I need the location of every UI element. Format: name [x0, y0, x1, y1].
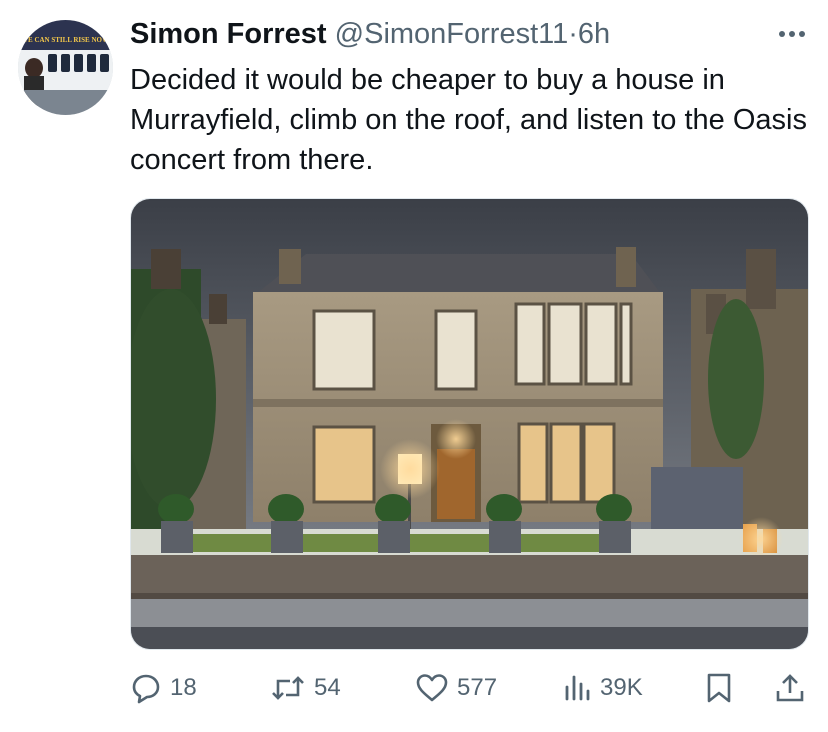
bookmark-button[interactable] [704, 668, 734, 708]
reply-count: 18 [170, 674, 197, 701]
like-count: 577 [457, 674, 498, 701]
avatar[interactable]: WE CAN STILL RISE NOW [18, 20, 113, 115]
tweet-text: Decided it would be cheaper to buy a hou… [130, 64, 807, 176]
separator-dot: · [568, 18, 578, 50]
reply-button[interactable]: 18 [130, 668, 197, 708]
share-icon [774, 672, 806, 704]
action-bar: 18 54 577 39K [130, 668, 810, 708]
repost-icon [270, 672, 306, 704]
author-name[interactable]: Simon Forrest [130, 18, 327, 50]
like-button[interactable]: 577 [415, 668, 497, 708]
bookmark-icon [704, 672, 734, 704]
views-count: 39K [600, 674, 643, 701]
more-icon[interactable] [774, 22, 810, 46]
timestamp[interactable]: 6h [578, 18, 610, 50]
views-icon [562, 672, 592, 704]
share-button[interactable] [774, 668, 806, 708]
tweet-header: Simon Forrest @SimonForrest11·6h [130, 15, 610, 53]
repost-button[interactable]: 54 [270, 668, 341, 708]
heart-icon [415, 672, 449, 704]
tweet-image[interactable] [130, 198, 809, 650]
views-button[interactable]: 39K [562, 668, 643, 708]
repost-count: 54 [314, 674, 341, 701]
reply-icon [130, 672, 162, 704]
avatar-banner-text: WE CAN STILL RISE NOW [21, 36, 109, 44]
author-handle[interactable]: @SimonForrest11 [335, 18, 569, 50]
